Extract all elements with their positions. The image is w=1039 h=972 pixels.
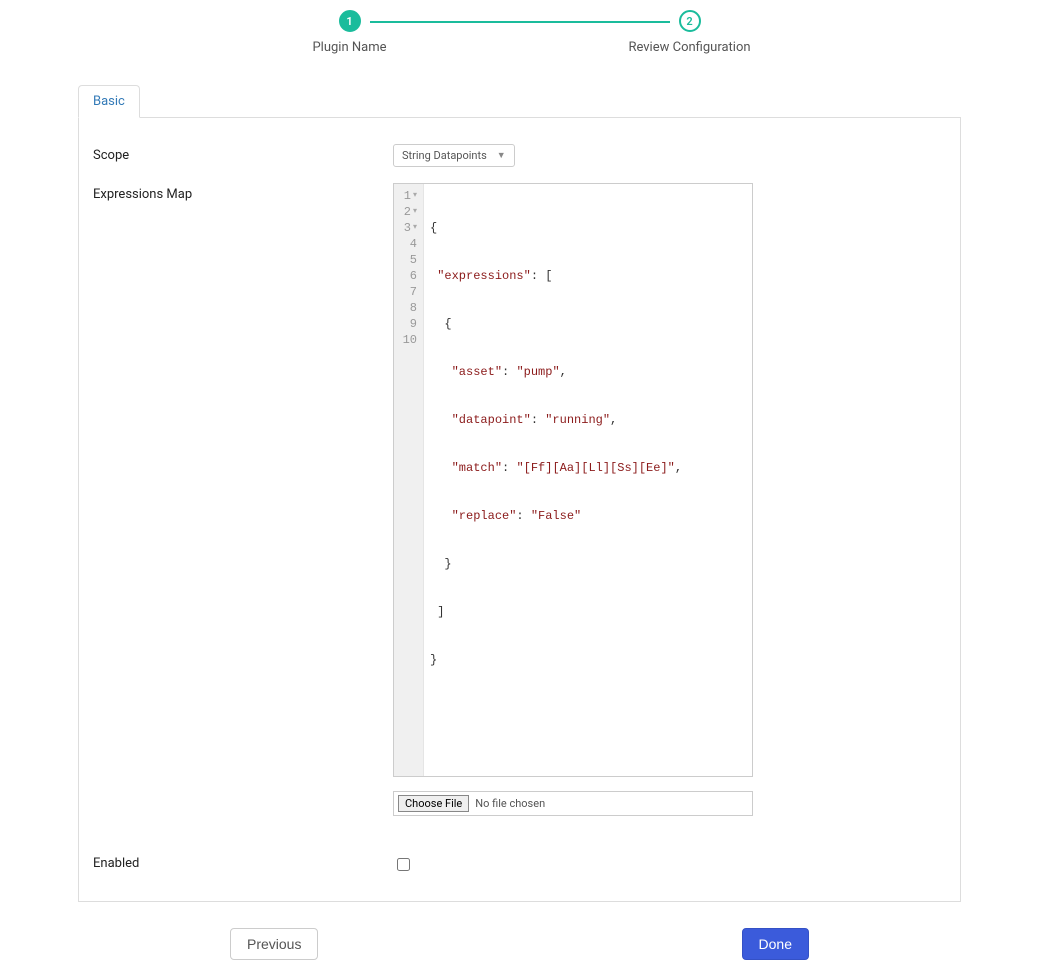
expressions-map-editor[interactable]: 1▾ 2▾ 3▾ 4 5 6 7 8 9 10 { "expre xyxy=(393,183,753,777)
expressions-map-label: Expressions Map xyxy=(93,183,393,202)
enabled-checkbox[interactable] xyxy=(397,858,410,871)
step-1-circle: 1 xyxy=(339,10,361,32)
previous-button[interactable]: Previous xyxy=(230,928,318,960)
config-card: Basic Scope String Datapoints ▼ Expressi… xyxy=(8,85,1031,902)
file-status-text: No file chosen xyxy=(475,797,545,810)
step-2-label: Review Configuration xyxy=(628,40,750,55)
wizard-stepper: 1 Plugin Name 2 Review Configuration xyxy=(0,0,1039,65)
enabled-label: Enabled xyxy=(93,852,393,871)
wizard-footer: Previous Done xyxy=(230,910,809,972)
choose-file-button[interactable]: Choose File xyxy=(398,795,469,812)
tab-basic[interactable]: Basic xyxy=(78,85,140,118)
step-review-configuration: 2 Review Configuration xyxy=(570,10,810,55)
step-connector xyxy=(370,21,670,23)
scope-select[interactable]: String Datapoints ▼ xyxy=(393,144,515,167)
scope-label: Scope xyxy=(93,144,393,163)
tab-panel-basic: Scope String Datapoints ▼ Expressions Ma… xyxy=(78,118,961,902)
editor-code[interactable]: { "expressions": [ { "asset": "pump", "d… xyxy=(424,184,752,776)
step-plugin-name: 1 Plugin Name xyxy=(230,10,470,55)
file-input-wrapper: Choose File No file chosen xyxy=(393,791,753,816)
step-1-label: Plugin Name xyxy=(312,40,386,55)
chevron-down-icon: ▼ xyxy=(497,150,506,161)
editor-gutter: 1▾ 2▾ 3▾ 4 5 6 7 8 9 10 xyxy=(394,184,424,776)
scope-select-value: String Datapoints xyxy=(402,149,487,162)
tabs: Basic xyxy=(78,85,961,118)
step-2-circle: 2 xyxy=(679,10,701,32)
done-button[interactable]: Done xyxy=(742,928,809,960)
